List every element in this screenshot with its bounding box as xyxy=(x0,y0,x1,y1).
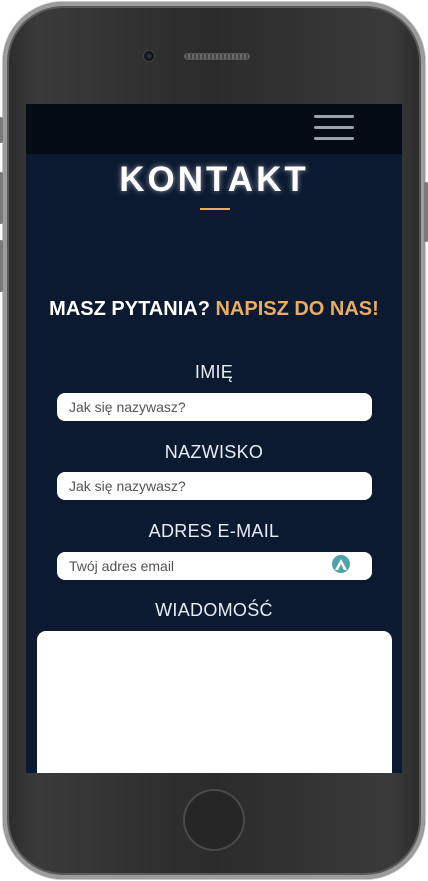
silent-switch xyxy=(0,117,3,143)
subheading-question: MASZ PYTANIA? xyxy=(49,298,210,320)
title-underline xyxy=(200,208,230,210)
first-name-input[interactable] xyxy=(57,393,372,421)
page-title: KONTAKT xyxy=(119,160,309,199)
power-button xyxy=(424,182,428,242)
phone-frame: KONTAKT MASZ PYTANIA? NAPISZ DO NAS! IMI… xyxy=(0,2,428,879)
subheading-call-to-action: NAPISZ DO NAS! xyxy=(215,298,379,320)
contact-subheading: MASZ PYTANIA? NAPISZ DO NAS! xyxy=(26,298,402,321)
email-input[interactable] xyxy=(57,552,372,580)
last-name-label: NAZWISKO xyxy=(164,442,264,462)
message-label: WIADOMOŚĆ xyxy=(155,600,273,620)
front-camera xyxy=(144,51,154,61)
message-textarea[interactable] xyxy=(37,631,392,773)
first-name-label: IMIĘ xyxy=(194,362,234,382)
last-name-input[interactable] xyxy=(57,472,372,500)
top-navbar xyxy=(26,104,402,154)
phone-screen: KONTAKT MASZ PYTANIA? NAPISZ DO NAS! IMI… xyxy=(26,104,402,773)
hamburger-icon[interactable] xyxy=(314,115,354,141)
earpiece-speaker xyxy=(184,53,250,60)
home-button[interactable] xyxy=(183,789,245,851)
volume-up-button xyxy=(0,172,3,224)
volume-down-button xyxy=(0,240,3,292)
email-label: ADRES E-MAIL xyxy=(148,521,280,541)
